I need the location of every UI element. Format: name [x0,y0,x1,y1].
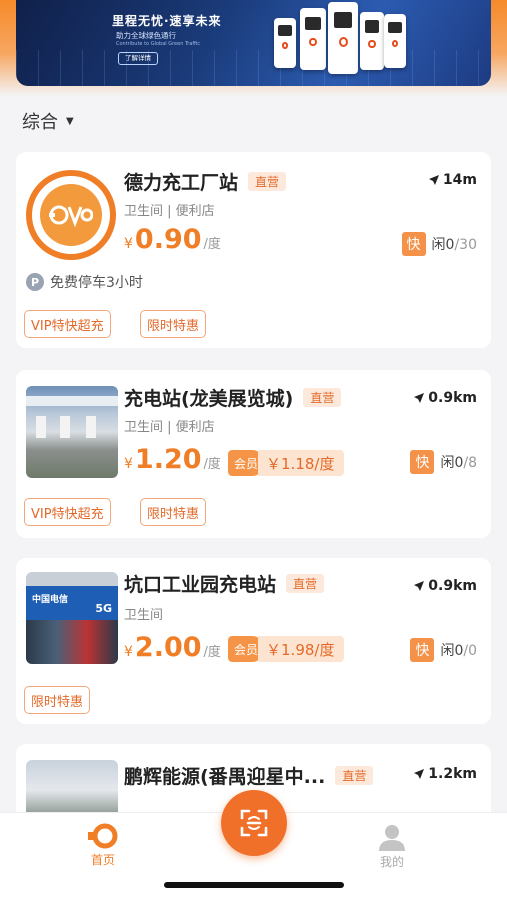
caret-down-icon: ▼ [66,115,74,127]
banner-title: 里程无忧·速享未来 [112,14,222,28]
station-price: ¥ 0.90 /度 [124,224,221,255]
location-arrow-icon [414,581,425,591]
promo-tag-limited: 限时特惠 [24,686,91,714]
sort-filter-dropdown[interactable]: 综合 ▼ [22,108,74,134]
station-photo [26,760,118,820]
station-name: 德力充工厂站 直营 [124,168,287,195]
scan-button[interactable] [221,790,287,856]
direct-operated-tag: 直营 [335,766,374,785]
promo-tag-vip: VIP特快超充 [24,310,111,338]
charger-availability: 快 闲0/8 [410,450,477,474]
tab-me-label: 我的 [379,855,404,869]
member-price-badge: 会员 ￥1.98/度 [228,636,345,662]
charger-illustration [328,2,358,74]
direct-operated-tag: 直营 [286,574,325,593]
brand-logo-icon [49,205,93,228]
station-name: 充电站(龙美展览城) 直营 [124,384,342,411]
fast-charge-badge: 快 [410,638,435,662]
promo-tag-vip: VIP特快超充 [24,498,111,526]
station-card[interactable]: 中国电信 5G 坑口工业园充电站 直营 0.9km 卫生间 ¥ 2.00 /度 会… [16,558,491,724]
station-distance: 0.9km [413,390,477,406]
banner-floor-pattern [16,50,491,86]
fast-charge-badge: 快 [401,232,426,256]
tab-me[interactable]: 我的 [378,823,406,870]
station-logo [26,170,116,260]
user-icon [379,825,405,851]
station-distance: 0.9km [413,578,477,594]
station-photo: 中国电信 5G [26,572,118,664]
station-card[interactable]: 德力充工厂站 直营 14m 卫生间 | 便利店 ¥ 0.90 /度 快 闲0/30… [16,152,491,348]
parking-info: P 免费停车3小时 [26,272,143,292]
station-card[interactable]: 充电站(龙美展览城) 直营 0.9km 卫生间 | 便利店 ¥ 1.20 /度 会… [16,370,491,538]
station-distance: 14m [428,172,477,188]
tab-home-label: 首页 [90,853,115,867]
banner-details-button[interactable]: 了解详情 [118,52,158,65]
station-name: 坑口工业园充电站 直营 [124,570,325,597]
member-price-badge: 会员 ￥1.18/度 [228,450,345,476]
banner-subtitle: 助力全球绿色通行 [116,31,176,40]
charger-illustration [300,8,326,70]
charger-availability: 快 闲0/30 [401,232,477,256]
station-price: ¥ 2.00 /度 [124,632,221,663]
location-arrow-icon [414,393,425,403]
station-name: 鹏辉能源(番禺迎星中... 直营 [124,762,374,789]
home-logo-icon [88,823,118,849]
charger-illustration [384,14,406,68]
parking-icon: P [26,273,44,291]
location-arrow-icon [414,769,425,779]
station-price: ¥ 1.20 /度 [124,444,221,475]
station-amenities: 卫生间 [124,608,164,623]
sort-filter-label: 综合 [22,112,58,133]
tab-home[interactable]: 首页 [88,823,118,868]
banner-subtitle-en: Contribute to Global Green Traffic [116,41,200,47]
station-amenities: 卫生间 | 便利店 [124,204,215,219]
charger-illustration [274,18,296,68]
location-arrow-icon [428,175,439,185]
station-amenities: 卫生间 | 便利店 [124,420,215,435]
charger-illustration [360,12,384,70]
promo-tag-limited: 限时特惠 [140,498,207,526]
fast-charge-badge: 快 [410,450,435,474]
promo-tag-limited: 限时特惠 [140,310,207,338]
direct-operated-tag: 直营 [303,388,342,407]
station-photo [26,386,118,478]
home-indicator [164,882,344,888]
direct-operated-tag: 直营 [248,172,287,191]
scan-icon [240,809,268,837]
promo-banner[interactable]: 里程无忧·速享未来 助力全球绿色通行 Contribute to Global … [16,0,491,86]
charger-availability: 快 闲0/0 [410,638,477,662]
station-distance: 1.2km [413,766,477,782]
